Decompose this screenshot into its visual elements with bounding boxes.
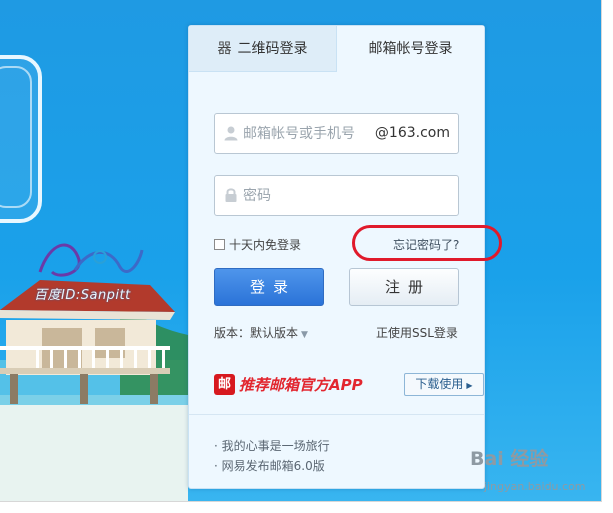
remember-label: 十天内免登录	[229, 238, 302, 252]
version-label: 版本：默认版本	[214, 326, 299, 340]
divider	[189, 414, 484, 415]
login-tabs: 器二维码登录 邮箱帐号登录	[189, 26, 484, 72]
news-item[interactable]: · 网易发布邮箱6.0版	[214, 456, 330, 476]
tab-mail-login[interactable]: 邮箱帐号登录	[337, 26, 484, 72]
account-field[interactable]: @163.com	[214, 113, 459, 154]
decorative-hexagon-inner	[0, 66, 32, 208]
user-watermark: 百度ID:Sanpitt	[30, 232, 148, 303]
register-button[interactable]: 注册	[349, 268, 459, 306]
caret-down-icon: ▼	[301, 330, 308, 340]
lock-icon	[225, 188, 237, 202]
user-icon	[224, 126, 238, 141]
tab-qr-login[interactable]: 器二维码登录	[189, 26, 337, 72]
watermark-art	[38, 243, 144, 277]
domain-suffix: @163.com	[374, 125, 450, 141]
highlight-circle	[352, 225, 502, 261]
app-promo: 邮 推荐邮箱官方APP 下载使用 ▶	[214, 373, 484, 399]
news-item[interactable]: · 我的心事是一场旅行	[214, 436, 330, 456]
download-label: 下载使用	[415, 377, 464, 391]
baidu-jingyan-watermark: Bai 经验 jingyan.baidu.com	[470, 444, 610, 504]
tab-mail-label: 邮箱帐号登录	[368, 41, 453, 57]
password-field[interactable]	[214, 175, 459, 216]
remember-me[interactable]: 十天内免登录	[214, 236, 301, 253]
watermark-text: 百度ID:Sanpitt	[34, 288, 131, 303]
tab-qr-label: 二维码登录	[237, 41, 308, 57]
remember-checkbox[interactable]	[214, 239, 225, 250]
arrow-right-icon: ▶	[466, 381, 473, 390]
app-promo-text: 推荐邮箱官方APP	[239, 376, 363, 394]
baidu-url: jingyan.baidu.com	[484, 480, 586, 493]
download-button[interactable]: 下载使用 ▶	[404, 373, 484, 396]
baidu-brand: Bai 经验	[470, 448, 549, 470]
version-selector[interactable]: 版本：默认版本 ▼	[214, 324, 308, 341]
password-input[interactable]	[243, 176, 373, 215]
news-list: · 我的心事是一场旅行 · 网易发布邮箱6.0版	[214, 436, 330, 476]
mail-app-icon: 邮	[214, 374, 235, 395]
qr-code-icon: 器	[217, 41, 232, 57]
ssl-login-link[interactable]: 正使用SSL登录	[376, 324, 458, 341]
login-button[interactable]: 登录	[214, 268, 324, 306]
login-panel: 器二维码登录 邮箱帐号登录 @163.com 十天内免登录 忘记密码了? 登录 …	[188, 25, 502, 489]
beach-sand	[0, 395, 188, 501]
account-input[interactable]	[243, 114, 373, 153]
